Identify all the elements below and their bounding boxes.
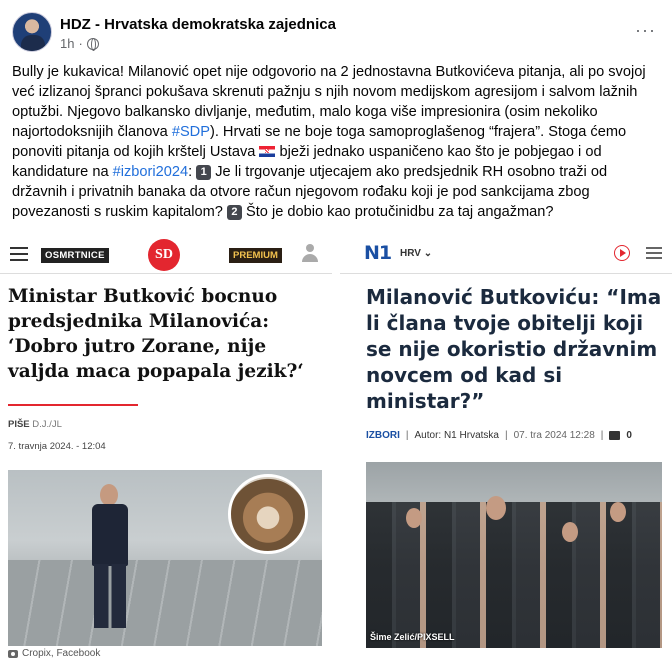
post-image[interactable]: OSMRTNICE SD PREMIUM Ministar Butković b… [0,234,672,661]
globe-icon[interactable] [86,37,99,51]
hamburger-menu-icon [10,247,28,261]
sd-photo-credit: Cropix, Facebook [8,648,100,659]
sd-date: 7. travnja 2024. - 12:04 [8,441,106,452]
author-label: PIŠE [8,419,30,430]
n1-date: 07. tra 2024 12:28 [513,430,595,441]
sd-header: OSMRTNICE SD PREMIUM [0,234,332,274]
premium-label: PREMIUM [229,248,282,263]
man-figure [86,484,134,634]
cat-photo [228,474,308,554]
n1-photo: Šime Zelić/PIXSELL [366,462,662,648]
page-name-link[interactable]: HDZ - Hrvatska demokratska zajednica [60,16,336,33]
post-text: Bully je kukavica! Milanović opet nije o… [12,62,662,222]
hashtag-sdp-link[interactable]: #SDP [172,124,210,140]
n1-article-screenshot: N1 HRV ⌄ Milanović Butkoviću: “Ima li čl… [340,234,672,661]
hamburger-menu-icon [646,247,662,259]
sd-photo [8,470,322,646]
keycap-1-icon: 1 [196,165,212,180]
comment-icon [609,431,621,440]
n1-headline: Milanović Butkoviću: “Ima li člana tvoje… [366,285,662,413]
post-meta: 1h · [60,36,99,51]
osmrtnice-label: OSMRTNICE [41,248,109,263]
post-time-link[interactable]: 1h [60,36,74,51]
comment-count: 0 [626,430,632,441]
n1-header: N1 HRV ⌄ [340,234,672,274]
sd-author: PIŠE D.J./JL [8,419,62,430]
n1-author: Autor: N1 Hrvatska [414,430,499,441]
sd-article-screenshot: OSMRTNICE SD PREMIUM Ministar Butković b… [0,234,332,661]
question-2: Što je dobio kao protučinidbu za taj ang… [241,204,554,220]
post-header: HDZ - Hrvatska demokratska zajednica 1h … [12,12,660,56]
n1-photo-credit: Šime Zelić/PIXSELL [370,632,455,642]
divider [8,404,138,406]
sd-logo: SD [148,239,180,271]
more-options-icon[interactable]: ··· [635,20,656,41]
sd-headline: Ministar Butković bocnuo predsjednika Mi… [8,286,304,382]
play-icon [614,245,630,261]
n1-section: IZBORI [366,430,400,441]
post-text-part: : [188,164,197,180]
user-icon [300,244,320,264]
croatia-flag-icon [259,146,276,157]
camera-icon [8,649,18,658]
n1-logo: N1 [364,242,392,264]
n1-edition: HRV ⌄ [400,248,433,259]
meta-separator: · [78,36,83,51]
credit-text: Cropix, Facebook [22,648,101,659]
keycap-2-icon: 2 [226,205,242,220]
n1-meta: IZBORI | Autor: N1 Hrvatska | 07. tra 20… [366,430,632,441]
page-avatar[interactable] [12,12,52,52]
hashtag-izbori-link[interactable]: #izbori2024 [113,164,188,180]
author-name: D.J./JL [32,419,62,430]
